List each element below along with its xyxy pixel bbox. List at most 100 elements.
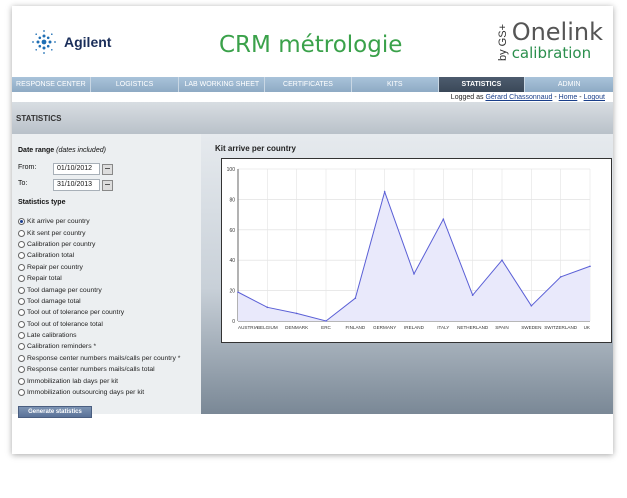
nav-admin[interactable]: ADMIN bbox=[525, 77, 614, 92]
page-title-bar: STATISTICS bbox=[12, 102, 613, 134]
radio-button[interactable] bbox=[18, 389, 25, 397]
stats-type-option-label: Calibration total bbox=[27, 252, 75, 260]
stats-type-option[interactable]: Tool damage per country bbox=[18, 284, 180, 295]
stats-type-option[interactable]: Repair total bbox=[18, 273, 180, 284]
radio-button[interactable] bbox=[18, 275, 25, 283]
stats-type-option[interactable]: Repair per country bbox=[18, 262, 180, 273]
stats-type-label: Statistics type bbox=[18, 199, 66, 206]
stats-type-option[interactable]: Calibration per country bbox=[18, 239, 180, 250]
nav-statistics[interactable]: STATISTICS bbox=[438, 77, 526, 92]
brand-onelink-text: Onelink bbox=[511, 18, 603, 46]
radio-button[interactable] bbox=[18, 343, 25, 351]
x-tick-label: NETHERLAND bbox=[457, 325, 489, 330]
radio-button[interactable] bbox=[18, 229, 25, 237]
to-label: To: bbox=[18, 180, 28, 187]
data-point bbox=[501, 259, 503, 261]
stats-type-option[interactable]: Kit arrive per country bbox=[18, 216, 180, 227]
onelink-brand: by GS+ Onelink calibration bbox=[497, 20, 603, 61]
radio-button[interactable] bbox=[18, 218, 25, 226]
nav-kits[interactable]: KITS bbox=[351, 77, 439, 92]
radio-button[interactable] bbox=[18, 332, 25, 340]
date-range-label: Date range bbox=[18, 147, 55, 154]
stats-type-option[interactable]: Response center numbers mails/calls tota… bbox=[18, 364, 180, 375]
data-point bbox=[354, 297, 357, 299]
stats-type-option[interactable]: Immobilization lab days per kit bbox=[18, 375, 180, 386]
app-header: Agilent CRM métrologie by GS+ Onelink ca… bbox=[12, 6, 613, 76]
home-link[interactable]: Home bbox=[559, 94, 578, 101]
to-calendar-icon[interactable] bbox=[102, 180, 113, 191]
date-range-note: (dates included) bbox=[56, 147, 106, 154]
x-tick-label: AUSTRIA bbox=[238, 325, 259, 330]
x-tick-label: SWEDEN bbox=[521, 325, 541, 330]
x-tick-label: DENMARK bbox=[285, 325, 309, 330]
stats-type-heading: Statistics type bbox=[18, 199, 65, 206]
stats-type-option-label: Tool out of tolerance per country bbox=[27, 309, 125, 317]
data-point bbox=[266, 306, 269, 309]
radio-button[interactable] bbox=[18, 354, 25, 362]
y-tick-label: 100 bbox=[227, 167, 236, 173]
radio-button[interactable] bbox=[18, 309, 25, 317]
stats-type-option[interactable]: Tool out of tolerance total bbox=[18, 319, 180, 330]
stats-type-option[interactable]: Tool damage total bbox=[18, 296, 180, 307]
agilent-logo-text: Agilent bbox=[64, 34, 112, 50]
radio-button[interactable] bbox=[18, 366, 25, 374]
logout-link[interactable]: Logout bbox=[584, 94, 605, 101]
stats-type-option[interactable]: Calibration total bbox=[18, 250, 180, 261]
data-point bbox=[442, 218, 445, 220]
user-link[interactable]: Gérard Chassonnaud bbox=[485, 94, 552, 101]
app-title: CRM métrologie bbox=[219, 32, 403, 58]
to-date-input[interactable]: 31/10/2013 bbox=[53, 179, 100, 191]
data-point bbox=[471, 294, 474, 296]
stats-type-option[interactable]: Late calibrations bbox=[18, 330, 180, 341]
radio-button[interactable] bbox=[18, 240, 25, 248]
stats-type-option[interactable]: Immobilization outsourcing days per kit bbox=[18, 387, 180, 398]
stats-type-option-label: Late calibrations bbox=[27, 332, 77, 340]
from-date-input[interactable]: 01/10/2012 bbox=[53, 163, 100, 175]
from-calendar-icon[interactable] bbox=[102, 164, 113, 175]
data-point bbox=[325, 320, 327, 322]
nav-lab-working-sheet[interactable]: LAB WORKING SHEET bbox=[179, 77, 266, 92]
stats-type-option-label: Repair per country bbox=[27, 263, 83, 271]
stats-type-option-label: Kit arrive per country bbox=[27, 218, 90, 226]
radio-button[interactable] bbox=[18, 252, 25, 260]
main-nav: RESPONSE CENTER LOGISTICS LAB WORKING SH… bbox=[12, 77, 614, 92]
nav-logistics[interactable]: LOGISTICS bbox=[90, 77, 180, 92]
generate-statistics-button[interactable]: Generate statistics bbox=[18, 406, 92, 418]
stats-type-option[interactable]: Tool out of tolerance per country bbox=[18, 307, 180, 318]
x-tick-label: ERC bbox=[321, 325, 331, 330]
stats-type-option-label: Tool damage total bbox=[27, 297, 81, 305]
logged-as-label: Logged as bbox=[450, 94, 484, 101]
y-tick-label: 60 bbox=[229, 228, 235, 234]
chart-area: 0 20 40 60 80 100 AUSTRIA BELGIUM DENMARK ERC FINL… bbox=[221, 158, 612, 343]
chart-panel: Kit arrive per country 0 20 40 60 80 100 AUSTR… bbox=[201, 134, 613, 414]
stats-type-option-label: Tool damage per country bbox=[27, 286, 102, 294]
radio-button[interactable] bbox=[18, 297, 25, 305]
stats-type-option[interactable]: Response center numbers mails/calls per … bbox=[18, 353, 180, 364]
login-status: Logged as Gérard Chassonnaud - Home - Lo… bbox=[451, 94, 605, 101]
data-point bbox=[559, 276, 562, 278]
radio-button[interactable] bbox=[18, 377, 25, 385]
data-point bbox=[383, 191, 386, 193]
agilent-spark-icon bbox=[32, 30, 56, 54]
x-tick-label: GERMANY bbox=[373, 325, 396, 330]
stats-type-options: Kit arrive per country Kit sent per count… bbox=[18, 216, 180, 398]
data-point bbox=[413, 273, 415, 275]
y-tick-label: 40 bbox=[229, 258, 235, 264]
data-point bbox=[237, 291, 239, 293]
stats-type-option[interactable]: Kit sent per country bbox=[18, 227, 180, 238]
agilent-logo: Agilent bbox=[30, 28, 111, 56]
radio-button[interactable] bbox=[18, 286, 25, 294]
date-range-heading: Date range (dates included) bbox=[18, 147, 106, 154]
data-point bbox=[295, 312, 298, 315]
brand-calibration-text: calibration bbox=[511, 44, 592, 62]
stats-type-option-label: Response center numbers mails/calls per … bbox=[27, 354, 181, 362]
stats-type-option[interactable]: Calibration reminders * bbox=[18, 341, 180, 352]
nav-certificates[interactable]: CERTIFICATES bbox=[265, 77, 352, 92]
y-tick-label: 20 bbox=[229, 289, 235, 295]
radio-button[interactable] bbox=[18, 263, 25, 271]
radio-button[interactable] bbox=[18, 320, 25, 328]
y-tick-label: 0 bbox=[232, 319, 235, 325]
page-title: STATISTICS bbox=[16, 114, 62, 123]
from-label: From: bbox=[18, 164, 37, 171]
nav-response-center[interactable]: RESPONSE CENTER bbox=[12, 77, 91, 92]
